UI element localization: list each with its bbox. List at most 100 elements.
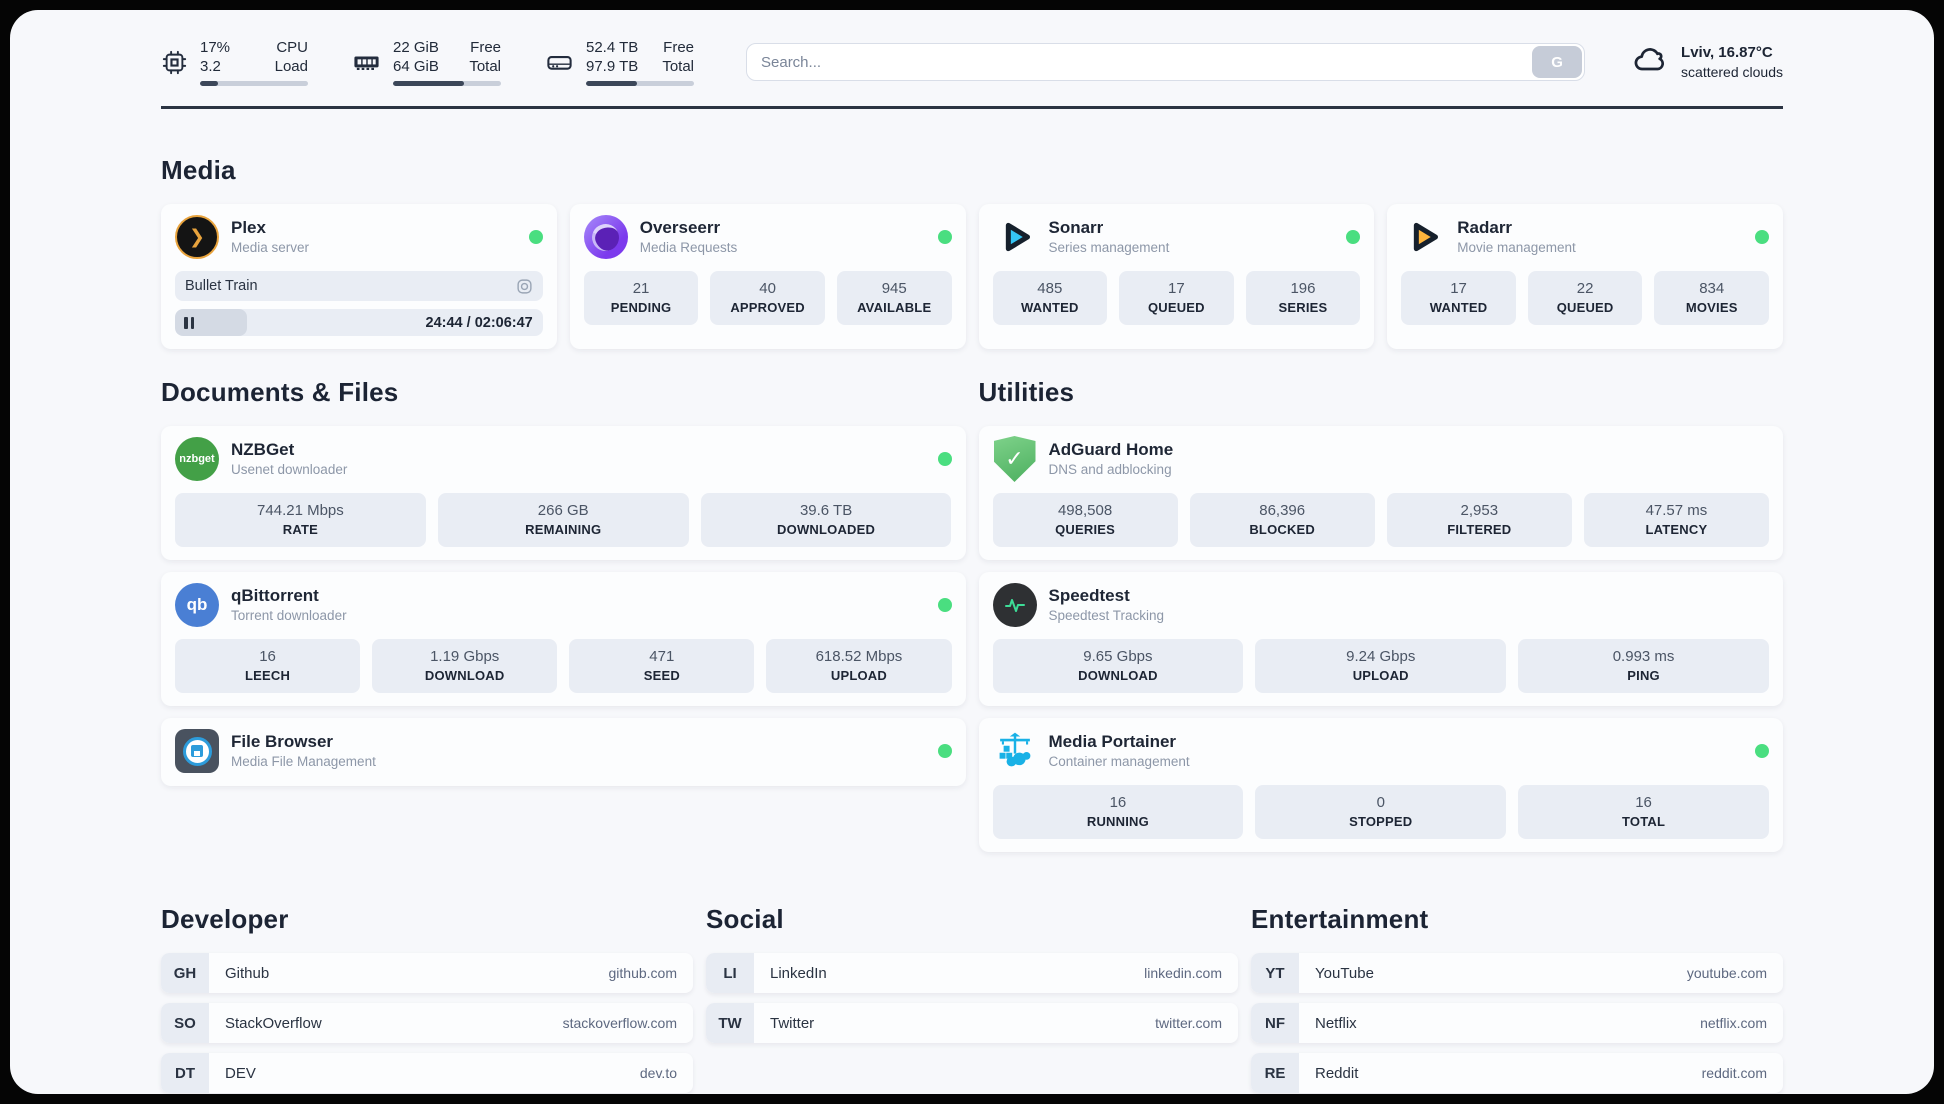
storage-stat: 52.4 TB 97.9 TB Free Total xyxy=(545,38,694,86)
app-subtitle: DNS and adblocking xyxy=(1048,462,1172,477)
app-card-nzbget[interactable]: nzbget NZBGet Usenet downloader 744.21 M… xyxy=(161,426,966,560)
link-name: Twitter xyxy=(770,1014,815,1032)
app-card-adguard[interactable]: ✓ AdGuard Home DNS and adblocking 498,50… xyxy=(978,426,1783,560)
app-name: Radarr xyxy=(1457,218,1513,237)
link-row-linkedin[interactable]: LI LinkedIn linkedin.com xyxy=(706,953,1238,993)
search-engine-button[interactable]: G xyxy=(1532,46,1583,78)
link-url: stackoverflow.com xyxy=(562,1015,677,1031)
cpu-stat: 17% 3.2 CPU Load xyxy=(161,38,308,86)
app-card-sonarr[interactable]: Sonarr Series management 485 WANTED 17 QUE… xyxy=(978,204,1375,349)
link-row-reddit[interactable]: RE Reddit reddit.com xyxy=(1251,1053,1783,1093)
now-playing-title: Bullet Train xyxy=(185,278,258,294)
link-row-youtube[interactable]: YT YouTube youtube.com xyxy=(1251,953,1783,993)
status-dot xyxy=(1755,744,1769,758)
app-name: Overseerr xyxy=(639,218,721,237)
app-name: Plex xyxy=(231,218,266,237)
app-card-overseerr[interactable]: Overseerr Media Requests 21 PENDING 40 APP… xyxy=(569,204,966,349)
cpu-usage-value: 17% xyxy=(200,39,231,56)
stat-pill: 40 APPROVED xyxy=(710,271,825,325)
link-group-social: Social LI LinkedIn linkedin.com TW Twitt… xyxy=(706,904,1238,1093)
app-name: qBittorrent xyxy=(231,586,319,605)
cloud-icon xyxy=(1633,42,1669,83)
link-row-dev[interactable]: DT DEV dev.to xyxy=(161,1053,693,1093)
link-url: reddit.com xyxy=(1701,1065,1767,1081)
link-badge: YT xyxy=(1251,953,1299,993)
search-input[interactable] xyxy=(761,53,1533,71)
stat-pill: 834 MOVIES xyxy=(1654,271,1769,325)
link-url: dev.to xyxy=(639,1065,677,1081)
cpu-icon xyxy=(161,49,188,76)
disk-total-value: 97.9 TB xyxy=(586,58,639,75)
dashboard-page: 17% 3.2 CPU Load 22 GiB 64 GiB Free Tota… xyxy=(10,10,1934,1094)
link-url: twitter.com xyxy=(1155,1015,1222,1031)
app-subtitle: Movie management xyxy=(1457,240,1576,255)
stat-pill: 2,953 FILTERED xyxy=(1386,493,1572,547)
ram-free-label: Free xyxy=(470,39,501,56)
speedtest-icon xyxy=(992,583,1037,627)
stat-pill: 266 GB REMAINING xyxy=(437,493,689,547)
adguard-icon: ✓ xyxy=(993,436,1037,482)
app-card-speedtest[interactable]: Speedtest Speedtest Tracking 9.65 Gbps DO… xyxy=(978,572,1783,706)
link-name: StackOverflow xyxy=(225,1014,322,1032)
link-row-github[interactable]: GH Github github.com xyxy=(161,953,693,993)
playback-progress-bar[interactable]: 24:44 / 02:06:47 xyxy=(175,309,543,336)
cpu-progress-bar xyxy=(200,81,308,86)
stat-pill: 0.993 ms PING xyxy=(1518,639,1769,693)
search-bar: G xyxy=(746,43,1586,81)
section-title-utilities: Utilities xyxy=(978,377,1075,407)
portainer-icon xyxy=(993,729,1037,773)
link-name: DEV xyxy=(225,1064,256,1082)
link-badge: SO xyxy=(161,1003,209,1043)
status-dot xyxy=(937,744,952,758)
stat-pill: 0 STOPPED xyxy=(1255,785,1507,839)
stat-pill: 16 LEECH xyxy=(175,639,361,693)
stat-pill: 471 SEED xyxy=(569,639,755,693)
app-subtitle: Series management xyxy=(1048,240,1170,255)
link-group-entertainment: Entertainment YT YouTube youtube.com NF … xyxy=(1251,904,1783,1093)
app-name: AdGuard Home xyxy=(1048,440,1174,459)
app-card-qbittorrent[interactable]: qb qBittorrent Torrent downloader 16 LEEC… xyxy=(161,572,966,706)
app-card-filebrowser[interactable]: File Browser Media File Management xyxy=(161,718,966,786)
app-name: NZBGet xyxy=(231,440,295,459)
app-name: File Browser xyxy=(231,732,334,751)
overseerr-icon xyxy=(583,215,628,259)
link-url: github.com xyxy=(608,965,677,981)
app-name: Media Portainer xyxy=(1048,732,1177,751)
stat-pill: 39.6 TB DOWNLOADED xyxy=(700,493,952,547)
link-name: Netflix xyxy=(1315,1014,1357,1032)
link-row-stackoverflow[interactable]: SO StackOverflow stackoverflow.com xyxy=(161,1003,693,1043)
weather-widget: Lviv, 16.87°C scattered clouds xyxy=(1633,42,1783,83)
app-card-plex[interactable]: ❯ Plex Media server Bullet Train 24:44 /… xyxy=(161,204,557,349)
pause-icon[interactable] xyxy=(184,316,194,329)
ram-total-value: 64 GiB xyxy=(393,58,439,75)
ram-progress-bar xyxy=(393,81,501,86)
stat-pill: 17 WANTED xyxy=(1401,271,1516,325)
app-name: Sonarr xyxy=(1048,218,1104,237)
link-row-twitter[interactable]: TW Twitter twitter.com xyxy=(706,1003,1238,1043)
link-badge: RE xyxy=(1251,1053,1299,1093)
app-subtitle: Torrent downloader xyxy=(231,608,347,623)
media-type-icon xyxy=(517,278,532,294)
nzbget-icon: nzbget xyxy=(175,437,219,481)
radarr-icon xyxy=(1401,215,1445,259)
stat-pill: 1.19 Gbps DOWNLOAD xyxy=(372,639,558,693)
link-group-developer: Developer GH Github github.com SO StackO… xyxy=(161,904,693,1093)
stat-pill: 16 RUNNING xyxy=(992,785,1244,839)
cpu-label: CPU xyxy=(276,39,308,56)
disk-free-label: Free xyxy=(663,39,694,56)
app-card-portainer[interactable]: Media Portainer Container management 16 R… xyxy=(978,718,1783,852)
stat-pill: 86,396 BLOCKED xyxy=(1189,493,1375,547)
stat-pill: 9.65 Gbps DOWNLOAD xyxy=(992,639,1244,693)
section-title-entertainment: Entertainment xyxy=(1251,904,1429,934)
link-badge: LI xyxy=(706,953,754,993)
ram-total-label: Total xyxy=(469,58,501,75)
section-title-social: Social xyxy=(706,904,784,934)
app-card-radarr[interactable]: Radarr Movie management 17 WANTED 22 QUEUE… xyxy=(1387,204,1783,349)
link-url: netflix.com xyxy=(1700,1015,1767,1031)
link-url: youtube.com xyxy=(1686,965,1767,981)
app-subtitle: Media File Management xyxy=(231,754,376,769)
disk-free-value: 52.4 TB xyxy=(586,39,639,56)
plex-icon: ❯ xyxy=(175,215,219,259)
link-row-netflix[interactable]: NF Netflix netflix.com xyxy=(1251,1003,1783,1043)
status-dot xyxy=(1755,230,1769,244)
